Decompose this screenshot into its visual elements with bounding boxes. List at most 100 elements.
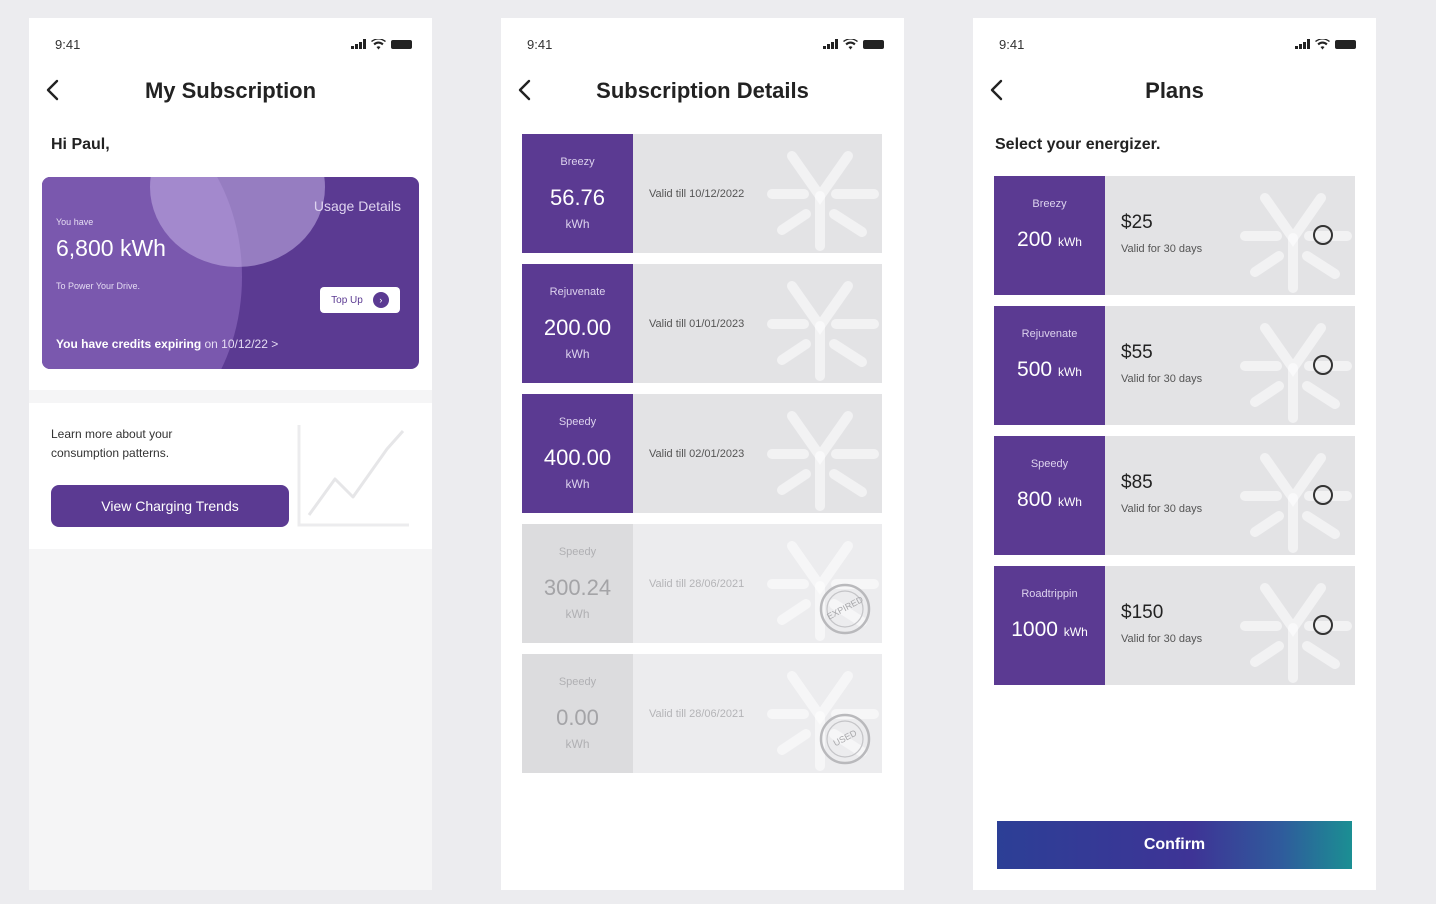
signal-icon <box>351 39 366 49</box>
logo-watermark-icon <box>1240 583 1352 683</box>
plan-badge: Roadtrippin 1000 kWh <box>994 566 1105 685</box>
plan-name: Roadtrippin <box>1021 588 1078 600</box>
plans-screen: 9:41 Plans Select your energizer. Breezy… <box>973 18 1376 890</box>
valid-till-text: Valid till 02/01/2023 <box>649 448 745 460</box>
plan-price: $55 <box>1121 342 1153 363</box>
logo-watermark-icon <box>767 151 879 251</box>
plan-price: $150 <box>1121 602 1164 623</box>
logo-watermark-icon <box>767 281 879 381</box>
status-time: 9:41 <box>527 36 553 52</box>
subscription-card[interactable]: Rejuvenate 200.00 kWh Valid till 01/01/2023 <box>522 264 882 383</box>
kwh-unit: kWh <box>565 347 590 361</box>
consumption-card: Learn more about your consumption patter… <box>29 403 432 549</box>
plan-name: Breezy <box>560 156 595 168</box>
consumption-text: Learn more about your consumption patter… <box>51 427 173 460</box>
logo-watermark-icon <box>1240 193 1352 293</box>
battery-icon <box>391 39 412 49</box>
top-up-button[interactable]: Top Up › <box>320 287 400 313</box>
plan-validity: Valid for 30 days <box>1121 633 1203 645</box>
balance-label: You have <box>56 217 94 227</box>
greeting-text: Hi Paul, <box>51 136 110 153</box>
status-time: 9:41 <box>55 36 81 52</box>
balance-subtext: To Power Your Drive. <box>56 281 141 291</box>
plan-radio-button[interactable] <box>1313 485 1333 505</box>
kwh-value: 0.00 <box>556 705 599 730</box>
plan-kwh: 1000 kWh <box>994 618 1105 642</box>
page-title: Plans <box>1145 78 1204 103</box>
plan-name: Breezy <box>1032 198 1067 210</box>
plan-kwh-unit: kWh <box>1057 495 1082 509</box>
my-subscription-screen: 9:41 My Subscription Hi Paul, You have 6… <box>29 18 432 890</box>
plan-kwh-unit: kWh <box>1063 625 1088 639</box>
kwh-unit: kWh <box>565 607 590 621</box>
plan-kwh-value: 1000 <box>1011 618 1058 641</box>
kwh-value: 400.00 <box>543 445 612 470</box>
plan-price: $25 <box>1121 212 1153 233</box>
kwh-unit: kWh <box>565 477 590 491</box>
nav-bar: Subscription Details <box>501 74 904 108</box>
wifi-icon <box>843 38 858 49</box>
credit-balance-card: You have 6,800 kWh To Power Your Drive. … <box>42 177 419 369</box>
expiring-label: You have credits expiring <box>56 337 202 351</box>
valid-till-text: Valid till 01/01/2023 <box>649 318 745 330</box>
plan-name: Speedy <box>558 416 597 428</box>
logo-watermark-icon <box>1240 453 1352 553</box>
plan-kwh-value: 500 <box>1017 358 1053 381</box>
plan-kwh-value: 800 <box>1017 488 1053 511</box>
signal-icon <box>1295 39 1310 49</box>
plan-kwh-unit: kWh <box>1057 235 1082 249</box>
top-up-label: Top Up <box>331 294 363 306</box>
plan-badge: Rejuvenate 500 kWh <box>994 306 1105 425</box>
arrow-right-icon: › <box>372 292 389 308</box>
subscription-details-screen: 9:41 Subscription Details Breezy 56.76 kWh… <box>501 18 904 890</box>
subscription-card[interactable]: Speedy 0.00 kWh Valid till 28/06/2021 USED <box>522 654 882 773</box>
subscription-card[interactable]: Speedy 400.00 kWh Valid till 02/01/2023 <box>522 394 882 513</box>
plan-name: Speedy <box>558 676 597 688</box>
subscription-card[interactable]: Breezy 56.76 kWh Valid till 10/12/2022 <box>522 134 882 253</box>
status-bar: 9:41 <box>999 36 1356 52</box>
subscription-card[interactable]: Speedy 300.24 kWh Valid till 28/06/2021 EXPI… <box>522 524 882 643</box>
plan-kwh-value: 200 <box>1017 228 1053 251</box>
plan-radio-button[interactable] <box>1313 355 1333 375</box>
subscription-badge: Speedy 300.24 kWh <box>522 524 633 643</box>
plans-subtitle: Select your energizer. <box>995 136 1161 153</box>
plan-card[interactable]: Speedy 800 kWh $85 Valid for 30 days <box>994 436 1355 555</box>
trend-chart-icon <box>297 425 409 527</box>
plan-badge: Breezy 200 kWh <box>994 176 1105 295</box>
subscription-badge: Speedy 0.00 kWh <box>522 654 633 773</box>
plan-name: Speedy <box>558 546 597 558</box>
plan-validity: Valid for 30 days <box>1121 243 1203 255</box>
wifi-icon <box>371 38 386 49</box>
kwh-value: 56.76 <box>549 185 606 210</box>
plan-name: Speedy <box>1030 458 1069 470</box>
plan-validity: Valid for 30 days <box>1121 503 1203 515</box>
signal-icon <box>823 39 838 49</box>
nav-bar: My Subscription <box>29 74 432 108</box>
expiring-date: on 10/12/22 > <box>204 337 279 351</box>
status-bar: 9:41 <box>527 36 884 52</box>
kwh-value: 300.24 <box>543 575 612 600</box>
plan-card[interactable]: Breezy 200 kWh $25 Valid for 30 days <box>994 176 1355 295</box>
plan-name: Rejuvenate <box>1021 328 1078 340</box>
plan-radio-button[interactable] <box>1313 615 1333 635</box>
plan-kwh: 500 kWh <box>994 358 1105 382</box>
subscription-badge: Breezy 56.76 kWh <box>522 134 633 253</box>
view-charging-trends-button[interactable]: View Charging Trends <box>51 485 289 527</box>
confirm-button[interactable]: Confirm <box>997 821 1352 869</box>
plan-name: Rejuvenate <box>549 286 606 298</box>
nav-bar: Plans <box>973 74 1376 108</box>
wifi-icon <box>1315 38 1330 49</box>
subscription-badge: Speedy 400.00 kWh <box>522 394 633 513</box>
kwh-unit: kWh <box>565 217 590 231</box>
plan-radio-button[interactable] <box>1313 225 1333 245</box>
plan-kwh: 800 kWh <box>994 488 1105 512</box>
valid-till-text: Valid till 10/12/2022 <box>649 188 745 200</box>
plan-card[interactable]: Rejuvenate 500 kWh $55 Valid for 30 days <box>994 306 1355 425</box>
plan-kwh-unit: kWh <box>1057 365 1082 379</box>
usage-details-link[interactable]: Usage Details <box>314 198 401 214</box>
plan-card[interactable]: Roadtrippin 1000 kWh $150 Valid for 30 days <box>994 566 1355 685</box>
subscription-badge: Rejuvenate 200.00 kWh <box>522 264 633 383</box>
credits-expiring-link[interactable]: You have credits expiring on 10/12/22 > <box>56 337 278 351</box>
page-title: My Subscription <box>144 78 317 103</box>
battery-icon <box>863 39 884 49</box>
